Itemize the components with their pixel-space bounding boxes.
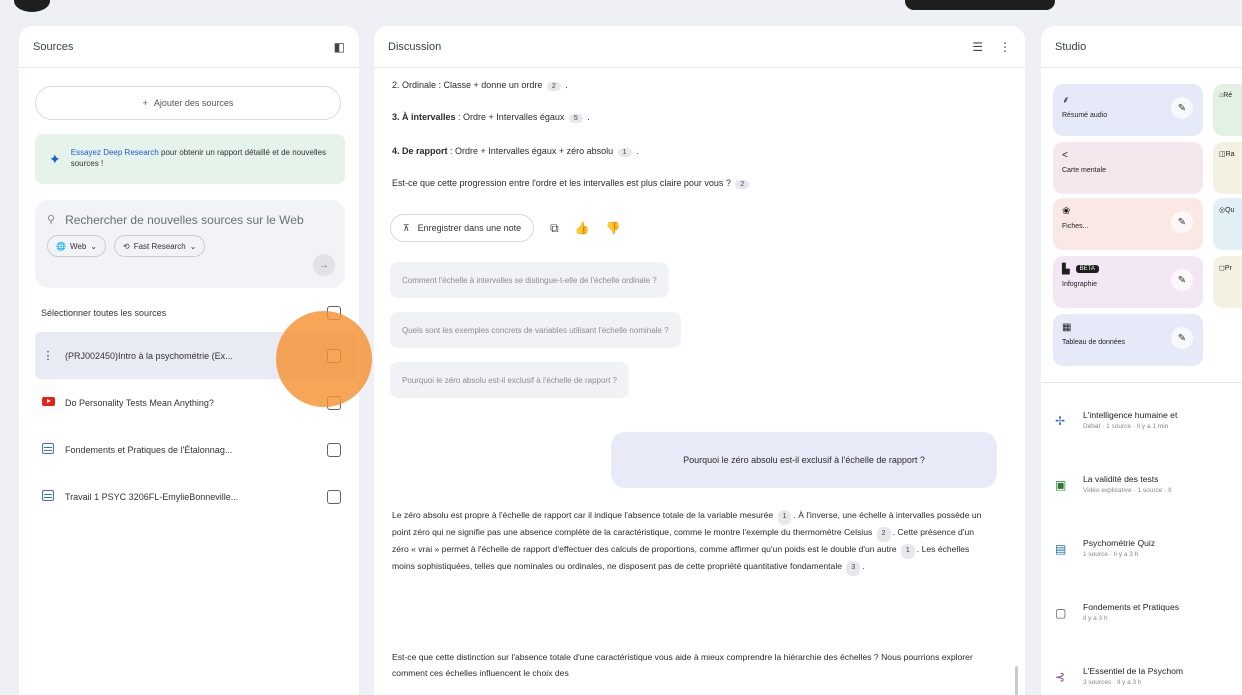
add-sources-button[interactable]: + Ajouter des sources [35,86,341,120]
edit-pencil-icon[interactable]: ✎ [1171,269,1193,291]
studio-tile-partial[interactable]: ◻Pr [1213,256,1242,308]
suggested-question[interactable]: Pourquoi le zéro absolu est-il exclusif … [390,362,629,398]
citation-chip[interactable]: 2 [735,180,750,189]
studio-tile-partial[interactable]: ⌂Ré [1213,84,1242,136]
source-checkbox[interactable] [327,442,341,457]
studio-tile-data-table[interactable]: ▦ Tableau de données ✎ [1053,314,1203,366]
chat-scrollbar[interactable] [1015,666,1018,695]
discussion-panel: Discussion ☰ ⋮ 2. Ordinale : Classe + do… [374,26,1025,695]
chat-line: 4. De rapport : Ordre + Intervalles égau… [392,146,639,157]
discussion-header: Discussion ☰ ⋮ [374,26,1025,68]
chat-line: Est-ce que cette progression entre l'ord… [392,178,751,189]
tune-icon[interactable]: ☰ [972,40,983,54]
studio-header: Studio [1041,26,1242,68]
discussion-title: Discussion [388,40,442,53]
select-all-row[interactable]: Sélectionner toutes les sources [41,306,341,320]
top-bar [0,0,1242,14]
studio-note-item[interactable]: ✢ L'intelligence humaine et Débat · 1 sou… [1055,410,1242,430]
mind-map-icon: < [1062,150,1068,161]
studio-note-item[interactable]: ▣ La validité des tests Vidéo explicative… [1055,474,1242,494]
submit-search-button[interactable]: → [313,254,335,276]
message-actions: ⊼ Enregistrer dans une note ⧉ 👍 👎 [390,214,621,242]
citation-chip[interactable]: 2 [546,82,561,91]
studio-note-item[interactable]: ▢ Fondements et Pratiques Il y a 3 h [1055,602,1242,622]
top-pill-button[interactable] [905,0,1055,10]
mind-map-icon: ⊰ [1055,670,1066,684]
assistant-followup: Est-ce que cette distinction sur l'absen… [392,652,973,678]
chat-line: 2. Ordinale : Classe + donne un ordre 2 … [392,80,568,91]
studio-tile-flashcards[interactable]: ❀ Fiches... ✎ [1053,198,1203,250]
research-icon: ⟲ [122,241,130,251]
web-dropdown[interactable]: 🌐 Web ⌄ [47,235,106,258]
globe-icon: 🌐 [56,241,66,251]
add-sources-label: Ajouter des sources [153,98,234,108]
citation-chip[interactable]: 1 [617,148,632,157]
deep-research-link[interactable]: Essayez Deep Research [71,148,159,157]
chat-line: 3. À intervalles : Ordre + Intervalles é… [392,112,590,123]
sources-title: Sources [33,40,74,53]
document-icon: ▢ [1055,606,1067,620]
studio-note-item[interactable]: ⊰ L'Essentiel de la Psychom 3 sources · I… [1055,666,1242,686]
studio-tile-partial[interactable]: ◎Qu [1213,198,1242,250]
studio-tile-audio-summary[interactable]: ⸙ Résumé audio ✎ [1053,84,1203,136]
sources-header: Sources ◧ [19,26,359,68]
video-icon: ▣ [1055,478,1067,492]
studio-tile-partial[interactable]: ◫Ra [1213,142,1242,194]
source-item[interactable]: Fondements et Pratiques de l'Étalonnag..… [35,426,357,473]
select-all-label: Sélectionner toutes les sources [41,308,167,318]
deep-research-banner[interactable]: ✦ Essayez Deep Research pour obtenir un … [35,134,345,184]
studio-tile-infographic[interactable]: ▙ BETA Infographie ✎ [1053,256,1203,308]
source-item[interactable]: Travail 1 PSYC 3206FL-EmylieBonneville..… [35,473,357,520]
quiz-icon: ▤ [1055,542,1067,556]
citation-chip[interactable]: 1 [900,543,915,559]
edit-pencil-icon[interactable]: ✎ [1171,97,1193,119]
chevron-down-icon: ⌄ [90,241,97,251]
thumbs-up-icon[interactable]: 👍 [575,221,590,235]
citation-chip[interactable]: 3 [846,560,861,576]
text-source-icon: ⋮ [42,350,54,362]
debate-icon: ✢ [1055,414,1066,428]
report-icon: ◫ [1219,151,1226,158]
source-checkbox[interactable] [327,489,341,504]
edit-pencil-icon[interactable]: ✎ [1171,211,1193,233]
search-icon: ⚲ [47,214,56,226]
fast-research-dropdown[interactable]: ⟲ Fast Research ⌄ [113,235,206,258]
chevron-down-icon: ⌄ [189,241,197,251]
copy-icon[interactable]: ⧉ [550,221,559,236]
thumbs-down-icon[interactable]: 👎 [606,221,621,235]
edit-pencil-icon[interactable]: ✎ [1171,327,1193,349]
slides-icon [41,442,55,457]
citation-chip[interactable]: 1 [777,510,792,525]
deep-research-icon: ✦ [49,150,61,167]
youtube-icon [41,396,55,409]
save-to-note-button[interactable]: ⊼ Enregistrer dans une note [390,214,535,242]
plus-icon: + [142,98,148,108]
user-message: Pourquoi le zéro absolu est-il exclusif … [611,432,997,488]
studio-divider [1041,382,1242,383]
search-input[interactable]: Rechercher de nouvelles sources sur le W… [65,212,304,229]
more-vert-icon[interactable]: ⋮ [999,40,1011,54]
click-highlight-marker [276,311,372,407]
studio-tile-mind-map[interactable]: < Carte mentale [1053,142,1203,194]
web-search-box[interactable]: ⚲ Rechercher de nouvelles sources sur le… [35,200,345,288]
studio-title: Studio [1055,40,1087,53]
studio-note-item[interactable]: ▤ Psychométrie Quiz 1 source · Il y a 3 h [1055,538,1242,558]
citation-chip[interactable]: 2 [876,526,891,542]
document-icon [41,489,55,504]
suggested-question[interactable]: Quels sont les exemples concrets de vari… [390,312,681,348]
deep-research-text: Essayez Deep Research pour obtenir un ra… [70,148,327,168]
pin-icon: ⊼ [403,222,410,233]
beta-badge: BETA [1075,265,1099,274]
studio-panel: Studio ⸙ Résumé audio ✎ < Carte mentale … [1041,26,1242,695]
suggested-question[interactable]: Comment l'échelle à intervalles se disti… [390,262,669,298]
collapse-panel-icon[interactable]: ◧ [334,40,345,54]
app-logo[interactable] [14,0,50,12]
citation-chip[interactable]: 5 [568,114,583,123]
assistant-answer: Le zéro absolu est propre à l'échelle de… [392,508,992,576]
